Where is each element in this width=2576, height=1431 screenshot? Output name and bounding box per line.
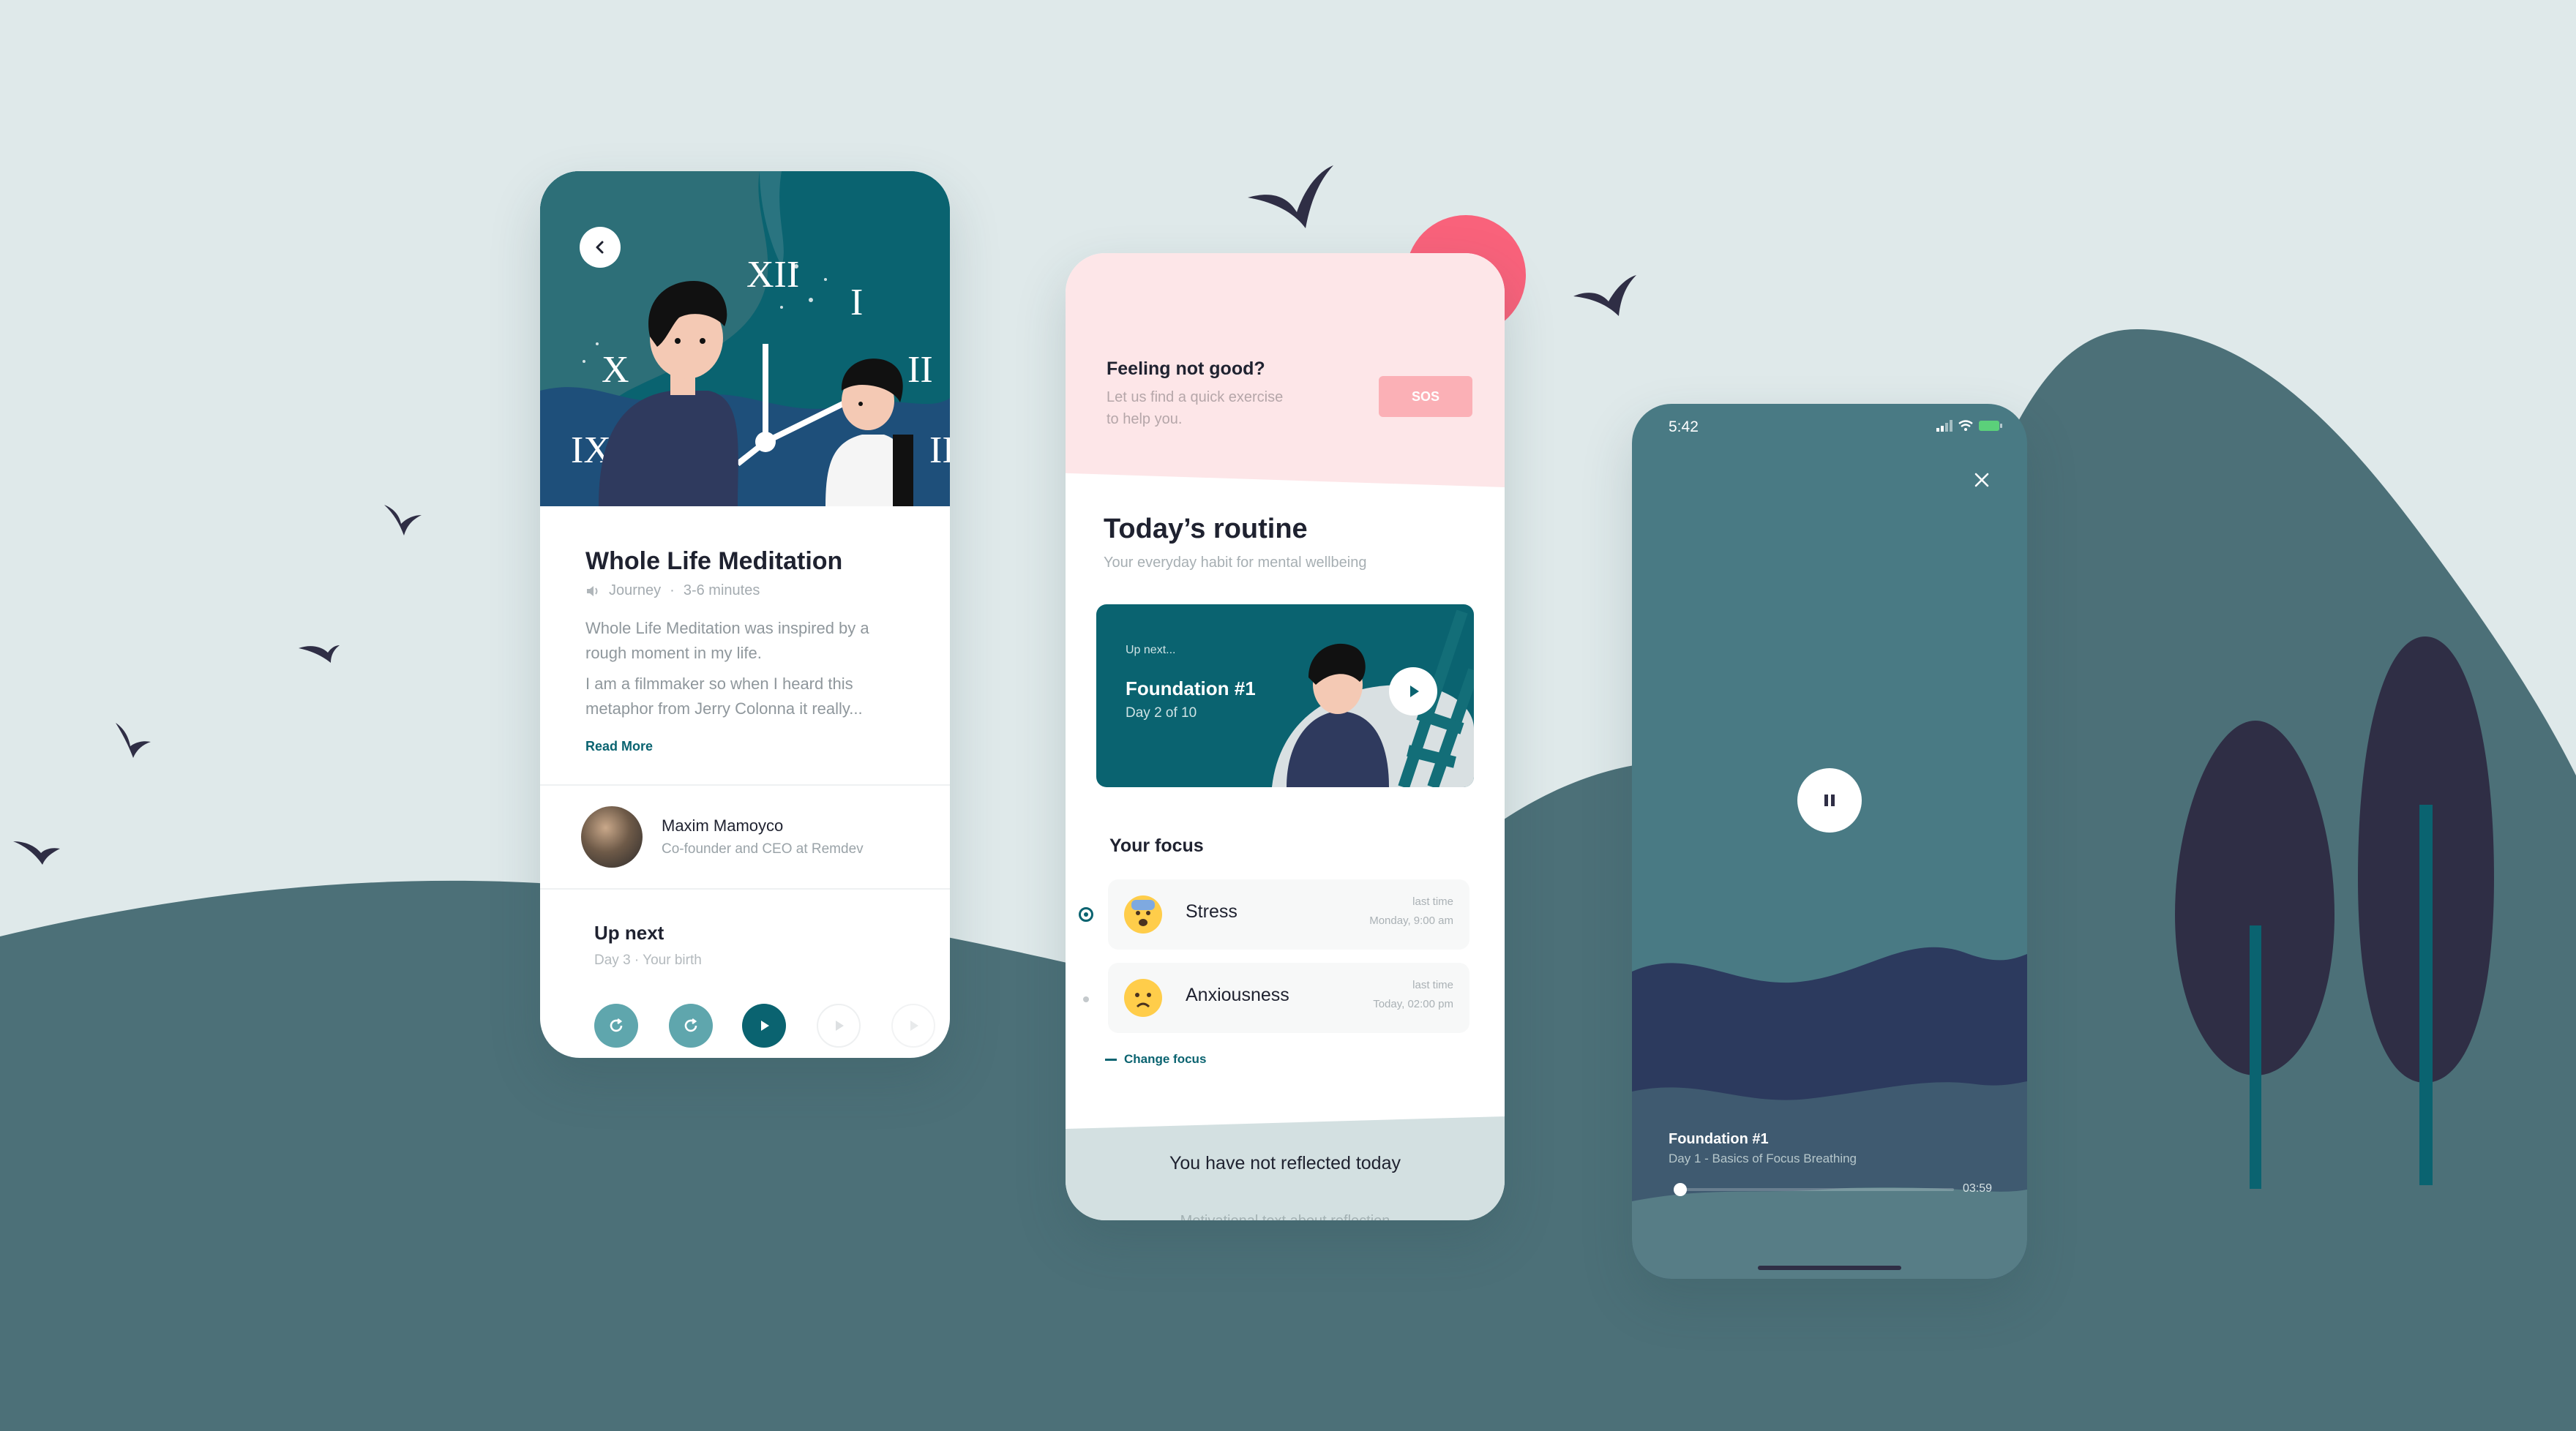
clock-numeral-xii: XII — [746, 254, 799, 296]
wifi-icon — [1958, 420, 1973, 431]
reflect-subtitle: Motivational text about reflection — [1066, 1213, 1505, 1220]
focus-meta-time: Monday, 9:00 am — [1369, 914, 1453, 927]
focus-item-stress[interactable]: Stress last time Monday, 9:00 am — [1108, 879, 1469, 950]
refresh-icon — [610, 1018, 623, 1032]
play-button[interactable] — [742, 1004, 786, 1048]
divider — [540, 888, 950, 890]
meditation-meta: Journey · 3-6 minutes — [585, 582, 760, 599]
focus-meta-label: last time — [1412, 979, 1453, 991]
track-title: Foundation #1 — [1669, 1131, 1769, 1147]
battery-icon — [1979, 421, 2002, 431]
feeling-title: Feeling not good? — [1107, 358, 1265, 379]
routine-title: Today’s routine — [1104, 514, 1308, 544]
divider — [540, 784, 950, 786]
play-button-disabled[interactable] — [891, 1004, 935, 1048]
focus-label: Anxiousness — [1186, 985, 1289, 1005]
worried-face-icon — [1124, 979, 1162, 1017]
focus-label: Stress — [1186, 901, 1238, 922]
card-play-button[interactable] — [1389, 667, 1437, 716]
back-button[interactable] — [580, 227, 621, 268]
focus-bullet — [1083, 996, 1089, 1002]
author-name: Maxim Mamoyco — [662, 816, 784, 835]
routine-subtitle: Your everyday habit for mental wellbeing — [1104, 555, 1367, 571]
progress-thumb[interactable] — [1673, 1183, 1687, 1196]
status-time: 5:42 — [1669, 418, 1699, 435]
clock-numeral-ii-upper: II — [907, 349, 933, 391]
clock-numeral-i: I — [850, 282, 863, 323]
speaker-icon — [587, 585, 598, 596]
hero-illustration: XII X IX II II I — [540, 171, 950, 506]
change-focus-link[interactable]: Change focus — [1105, 1052, 1206, 1067]
replay-button[interactable] — [669, 1004, 713, 1048]
author-avatar — [581, 806, 643, 868]
play-icon — [836, 1021, 844, 1031]
description-paragraph-1: Whole Life Meditation was inspired by a … — [585, 619, 869, 662]
meta-type: Journey — [609, 582, 662, 598]
dash-icon — [1105, 1058, 1117, 1061]
refresh-icon — [684, 1018, 697, 1032]
focus-meta-label: last time — [1412, 895, 1453, 908]
chevron-left-icon — [596, 241, 604, 254]
focus-item-anxiousness[interactable]: Anxiousness last time Today, 02:00 pm — [1108, 963, 1469, 1033]
reflect-title: You have not reflected today — [1169, 1153, 1401, 1173]
replay-button[interactable] — [594, 1004, 638, 1048]
card-up-next-label: Up next... — [1126, 644, 1176, 656]
close-button[interactable] — [1969, 467, 1995, 493]
meta-duration: 3-6 minutes — [683, 582, 760, 598]
home-routine-screen: Feeling not good? Let us find a quick ex… — [1066, 253, 1505, 1220]
description-paragraph-2: I am a filmmaker so when I heard this me… — [585, 675, 863, 718]
meditation-title: Whole Life Meditation — [585, 547, 843, 575]
track-subtitle: Day 1 - Basics of Focus Breathing — [1669, 1152, 1857, 1165]
player-screen: 5:42 Foundation #1 Day 1 - Basics of Foc… — [1632, 404, 2027, 1279]
focus-heading: Your focus — [1109, 835, 1204, 856]
up-next-subtitle: Day 3 · Your birth — [594, 953, 702, 968]
card-title: Foundation #1 — [1126, 677, 1256, 699]
sos-button[interactable]: SOS — [1379, 376, 1472, 417]
clock-numeral-x: X — [602, 349, 629, 391]
author-role: Co-founder and CEO at Remdev — [662, 841, 864, 857]
pause-icon — [1824, 795, 1835, 806]
up-next-card[interactable]: Up next... Foundation #1 Day 2 of 10 — [1096, 604, 1474, 787]
close-icon — [1974, 473, 1989, 487]
home-indicator — [1758, 1266, 1901, 1270]
focus-meta-time: Today, 02:00 pm — [1373, 998, 1453, 1010]
up-next-title: Up next — [594, 922, 664, 944]
progress-track[interactable] — [1673, 1183, 1954, 1196]
meditation-detail-screen: XII X IX II II I Whole Life Meditation J… — [540, 171, 950, 1058]
anxious-face-icon — [1124, 895, 1162, 934]
status-icons — [1936, 420, 2002, 432]
focus-bullet-active — [1079, 907, 1093, 922]
pause-button[interactable] — [1797, 768, 1862, 833]
meta-separator: · — [670, 582, 675, 598]
change-focus-label: Change focus — [1124, 1052, 1207, 1066]
play-icon — [1410, 686, 1419, 697]
feeling-subtitle-line1: Let us find a quick exercise — [1107, 389, 1284, 405]
track-duration: 03:59 — [1963, 1182, 1993, 1195]
read-more-link[interactable]: Read More — [585, 739, 653, 754]
play-icon — [910, 1021, 918, 1031]
signal-icon — [1936, 420, 1952, 432]
play-icon — [761, 1021, 769, 1031]
clock-numeral-ii-lower: II — [929, 429, 950, 471]
feeling-subtitle-line2: to help you. — [1107, 411, 1183, 427]
play-button-disabled[interactable] — [817, 1004, 861, 1048]
card-subtitle: Day 2 of 10 — [1126, 705, 1197, 721]
